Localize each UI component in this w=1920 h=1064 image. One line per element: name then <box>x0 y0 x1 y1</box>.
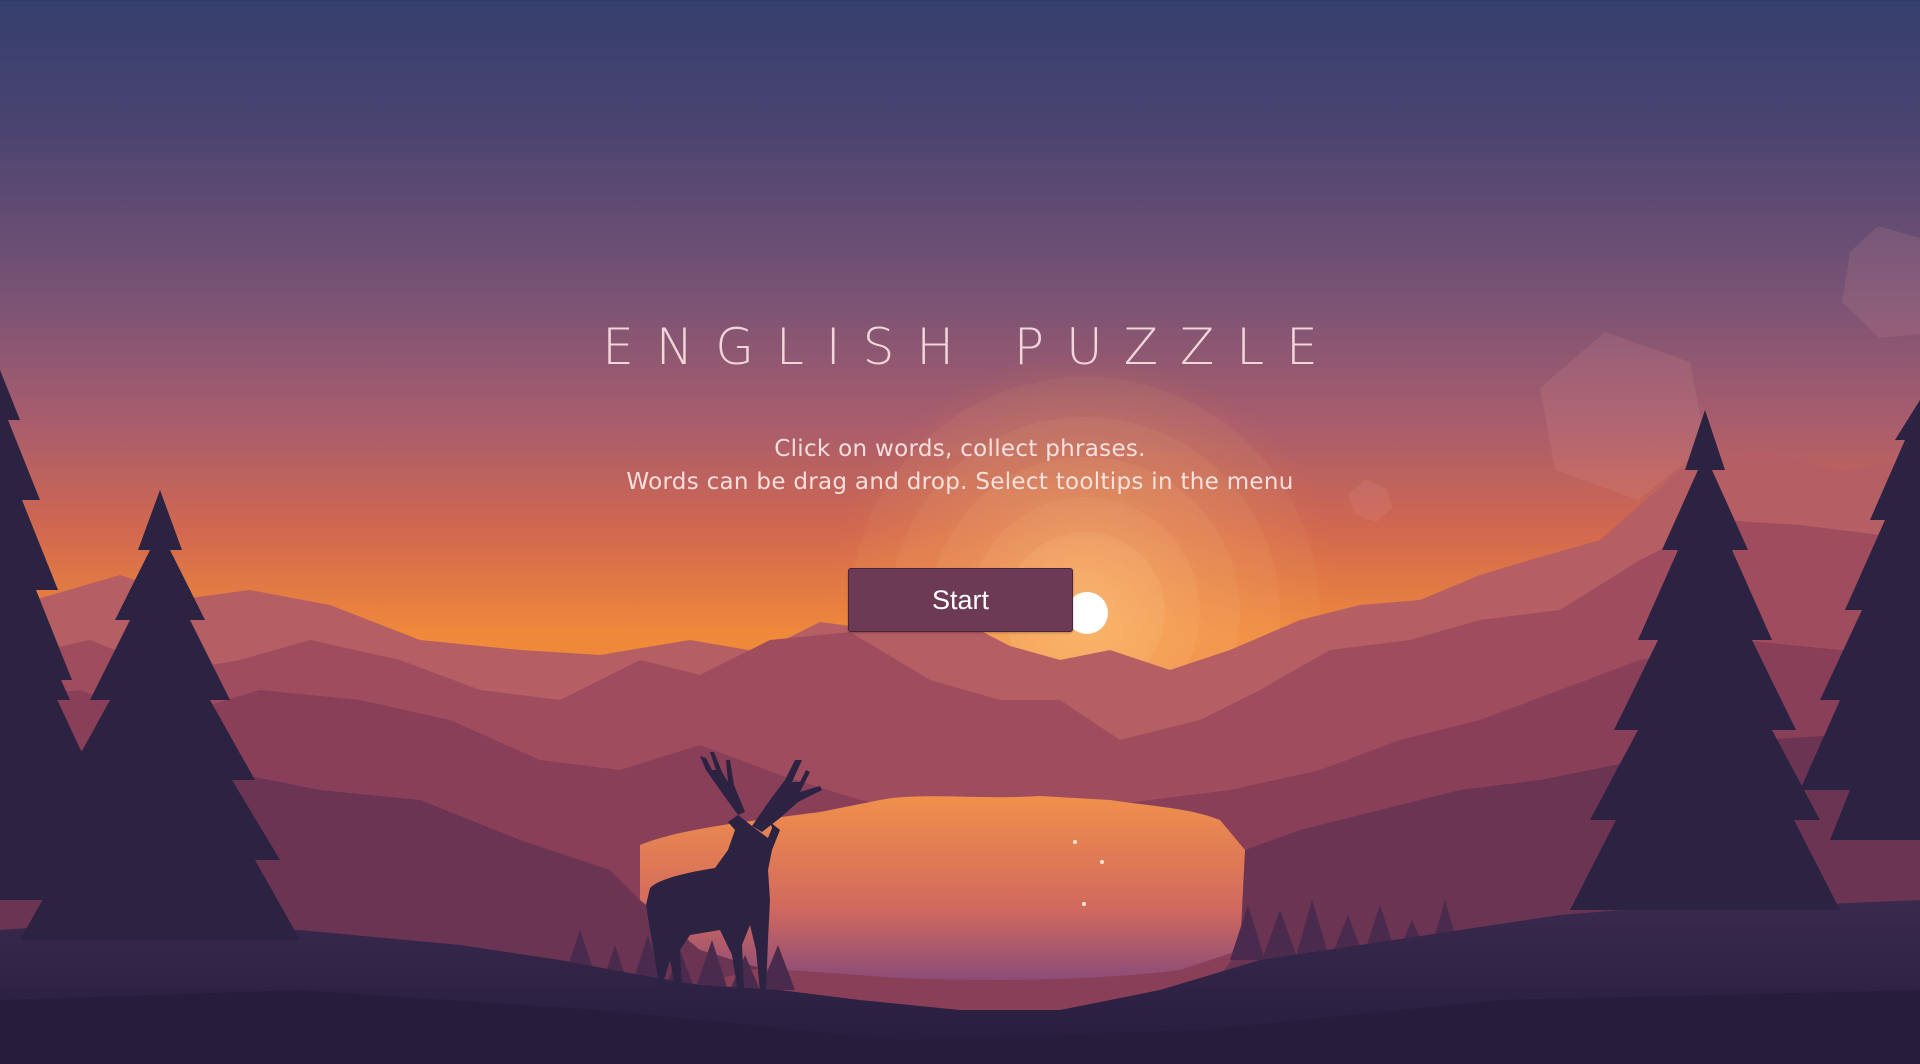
start-button[interactable]: Start <box>848 568 1073 632</box>
sunset-landscape-background <box>0 0 1920 1064</box>
start-screen: ENGLISH PUZZLE Click on words, collect p… <box>0 0 1920 1064</box>
page-title: ENGLISH PUZZLE <box>602 318 1340 376</box>
subtitle-line-1: Click on words, collect phrases. <box>774 436 1146 462</box>
subtitle-line-2: Words can be drag and drop. Select toolt… <box>626 469 1294 495</box>
